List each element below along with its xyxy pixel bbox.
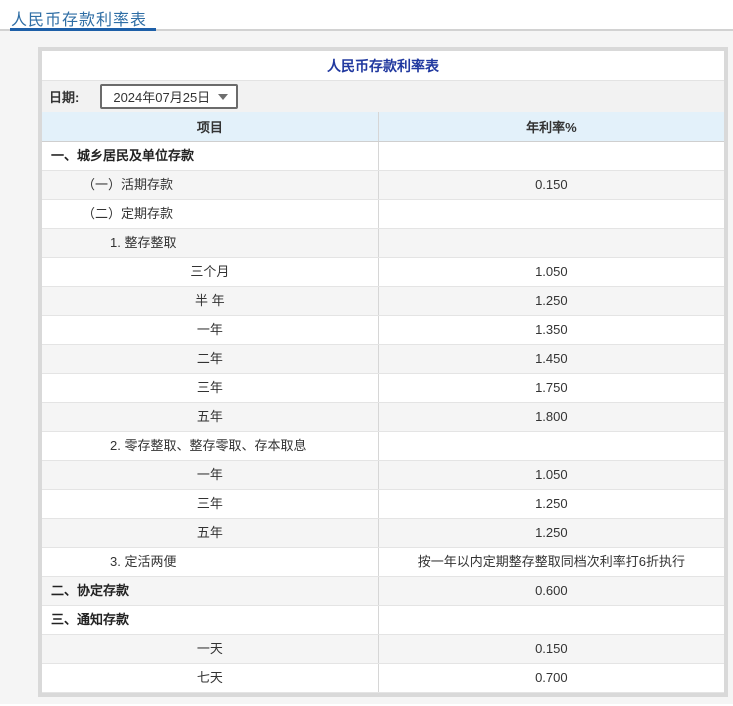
rate-cell: 0.150 bbox=[378, 634, 724, 663]
page-body: 人民币存款利率表 日期: 2024年07月25日 项目 年利率% 一、城乡居民及… bbox=[0, 31, 733, 704]
item-cell: 一、城乡居民及单位存款 bbox=[42, 141, 378, 170]
item-cell: （一）活期存款 bbox=[42, 170, 378, 199]
table-row: 半 年 1.250 bbox=[42, 286, 724, 315]
rate-cell: 1.050 bbox=[378, 257, 724, 286]
table-row: 二、协定存款 0.600 bbox=[42, 576, 724, 605]
item-cell: 七天 bbox=[42, 663, 378, 692]
table-row: （二）定期存款 bbox=[42, 199, 724, 228]
date-select[interactable]: 2024年07月25日 bbox=[100, 84, 238, 109]
rate-cell: 按一年以内定期整存整取同档次利率打6折执行 bbox=[378, 547, 724, 576]
table-row: 二年 1.450 bbox=[42, 344, 724, 373]
table-row: 2. 零存整取、整存零取、存本取息 bbox=[42, 431, 724, 460]
item-cell: 一年 bbox=[42, 460, 378, 489]
table-row: 三个月 1.050 bbox=[42, 257, 724, 286]
rate-cell: 0.150 bbox=[378, 170, 724, 199]
table-row: 1. 整存整取 bbox=[42, 228, 724, 257]
rate-cell: 1.050 bbox=[378, 460, 724, 489]
rate-table-body: 一、城乡居民及单位存款 （一）活期存款 0.150 （二）定期存款 1. 整存整… bbox=[42, 141, 724, 692]
rate-cell bbox=[378, 228, 724, 257]
rate-cell: 1.250 bbox=[378, 518, 724, 547]
page-title: 人民币存款利率表 bbox=[11, 6, 147, 30]
date-select-value: 2024年07月25日 bbox=[113, 87, 214, 106]
chevron-down-icon bbox=[218, 94, 228, 100]
date-row: 日期: 2024年07月25日 bbox=[42, 81, 724, 112]
table-row: 一天 0.150 bbox=[42, 634, 724, 663]
table-row: 七天 0.700 bbox=[42, 663, 724, 692]
item-cell: 一年 bbox=[42, 315, 378, 344]
item-cell: 三、通知存款 bbox=[42, 605, 378, 634]
item-cell: 一天 bbox=[42, 634, 378, 663]
item-cell: （二）定期存款 bbox=[42, 199, 378, 228]
rate-table: 项目 年利率% 一、城乡居民及单位存款 （一）活期存款 0.150 （二）定期存… bbox=[42, 112, 724, 693]
rate-cell bbox=[378, 431, 724, 460]
item-cell: 三年 bbox=[42, 489, 378, 518]
item-cell: 三年 bbox=[42, 373, 378, 402]
item-cell: 半 年 bbox=[42, 286, 378, 315]
rate-cell: 0.700 bbox=[378, 663, 724, 692]
item-cell: 二、协定存款 bbox=[42, 576, 378, 605]
item-cell: 3. 定活两便 bbox=[42, 547, 378, 576]
table-title: 人民币存款利率表 bbox=[42, 51, 724, 81]
table-row: （一）活期存款 0.150 bbox=[42, 170, 724, 199]
title-accent-underline bbox=[10, 28, 156, 31]
item-cell: 五年 bbox=[42, 518, 378, 547]
rate-cell: 1.450 bbox=[378, 344, 724, 373]
table-row: 3. 定活两便 按一年以内定期整存整取同档次利率打6折执行 bbox=[42, 547, 724, 576]
table-row: 三、通知存款 bbox=[42, 605, 724, 634]
rate-cell bbox=[378, 605, 724, 634]
item-cell: 三个月 bbox=[42, 257, 378, 286]
column-header-rate: 年利率% bbox=[378, 112, 724, 141]
table-row: 五年 1.800 bbox=[42, 402, 724, 431]
item-cell: 1. 整存整取 bbox=[42, 228, 378, 257]
rate-cell: 1.750 bbox=[378, 373, 724, 402]
date-label: 日期: bbox=[49, 87, 79, 106]
item-cell: 五年 bbox=[42, 402, 378, 431]
rate-cell: 1.250 bbox=[378, 489, 724, 518]
table-row: 五年 1.250 bbox=[42, 518, 724, 547]
table-row: 三年 1.750 bbox=[42, 373, 724, 402]
table-row: 一年 1.050 bbox=[42, 460, 724, 489]
rate-cell: 0.600 bbox=[378, 576, 724, 605]
table-row: 三年 1.250 bbox=[42, 489, 724, 518]
rate-cell bbox=[378, 199, 724, 228]
rate-cell bbox=[378, 141, 724, 170]
column-header-item: 项目 bbox=[42, 112, 378, 141]
item-cell: 2. 零存整取、整存零取、存本取息 bbox=[42, 431, 378, 460]
rate-panel: 人民币存款利率表 日期: 2024年07月25日 项目 年利率% 一、城乡居民及… bbox=[38, 47, 728, 697]
table-row: 一、城乡居民及单位存款 bbox=[42, 141, 724, 170]
table-header-row: 项目 年利率% bbox=[42, 112, 724, 141]
page-header: 人民币存款利率表 bbox=[0, 0, 733, 31]
item-cell: 二年 bbox=[42, 344, 378, 373]
table-row: 一年 1.350 bbox=[42, 315, 724, 344]
rate-cell: 1.250 bbox=[378, 286, 724, 315]
rate-cell: 1.800 bbox=[378, 402, 724, 431]
rate-cell: 1.350 bbox=[378, 315, 724, 344]
